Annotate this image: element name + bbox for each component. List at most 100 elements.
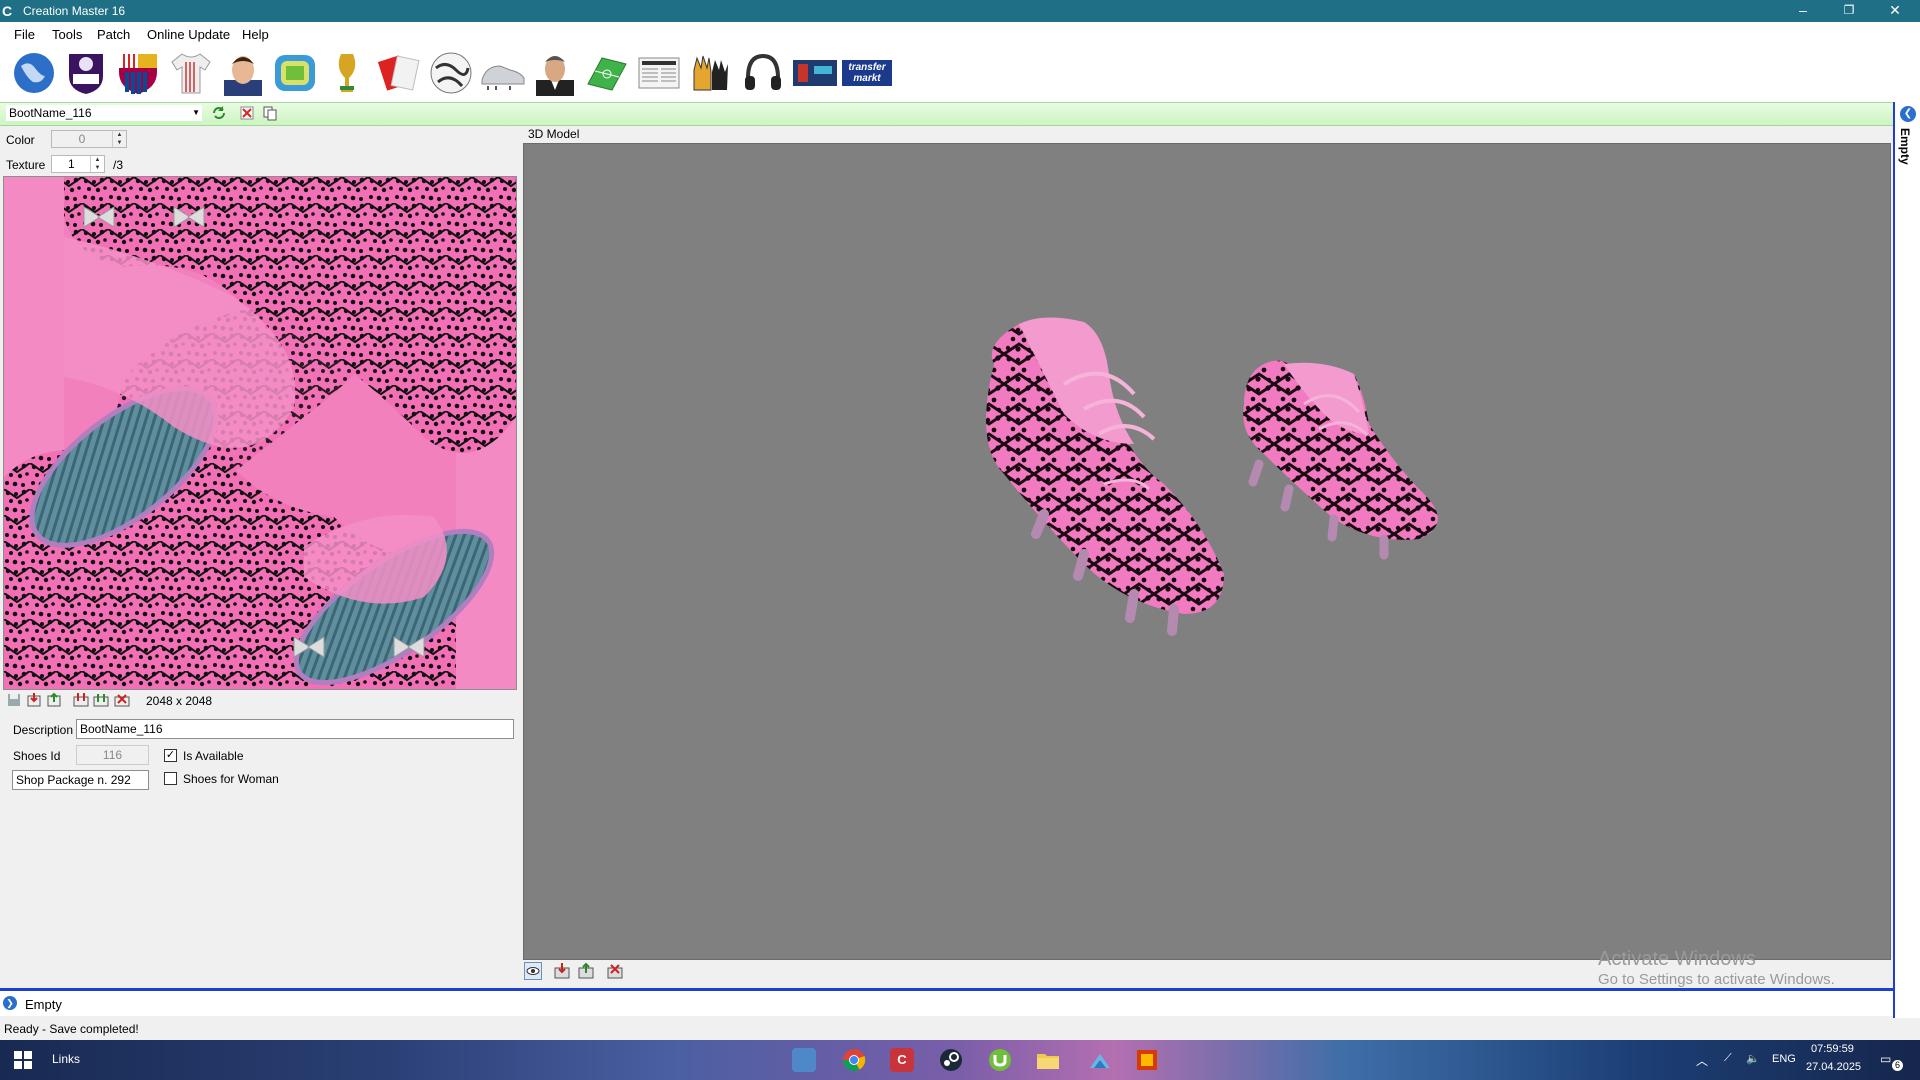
color-label: Color xyxy=(6,133,35,147)
taskbar-links[interactable]: Links xyxy=(52,1052,80,1066)
restore-button[interactable]: ❐ xyxy=(1826,0,1872,22)
reset-view-icon[interactable] xyxy=(606,962,624,980)
panel-collapse-icon[interactable]: ❯ xyxy=(3,996,17,1010)
main-toolbar: transfer markt xyxy=(0,46,1920,102)
3d-model-viewport[interactable] xyxy=(523,143,1891,960)
texture-size: 2048 x 2048 xyxy=(146,694,213,708)
office-icon[interactable] xyxy=(1135,1048,1159,1072)
minimize-button[interactable]: – xyxy=(1780,0,1826,22)
utorrent-icon[interactable] xyxy=(988,1048,1012,1072)
clock-date[interactable]: 27.04.2025 xyxy=(1806,1061,1861,1073)
selector-bar xyxy=(0,102,1893,126)
texture-value: 1 xyxy=(68,157,75,171)
referee-cards-icon[interactable] xyxy=(376,50,422,96)
menu-help[interactable]: Help xyxy=(242,27,269,42)
fifa-cover-icon[interactable] xyxy=(792,50,838,96)
boots-3d-render xyxy=(986,317,1438,636)
title-bar: C Creation Master 16 – ❐ ✕ xyxy=(0,0,1920,22)
menu-bar: File Tools Patch Online Update Help xyxy=(0,22,1920,46)
copy-icon[interactable] xyxy=(262,105,278,121)
texture-total: /3 xyxy=(113,158,124,172)
notifications-icon[interactable]: ▭ xyxy=(1880,1052,1891,1066)
texture-preview[interactable] xyxy=(3,176,517,690)
shoes-for-woman-label: Shoes for Woman xyxy=(183,772,279,786)
eye-icon[interactable] xyxy=(524,962,542,980)
import-icon[interactable] xyxy=(26,692,42,708)
jersey-icon[interactable] xyxy=(168,50,214,96)
import-all-icon[interactable] xyxy=(73,692,89,708)
stepper-arrows-icon[interactable]: ▲ ▼ xyxy=(90,156,104,172)
creation-master-icon[interactable]: C xyxy=(890,1048,914,1072)
transfermarkt-icon[interactable]: transfer markt xyxy=(842,60,892,86)
texture-label: Texture xyxy=(6,158,46,172)
dropdown-arrow-icon: ▼ xyxy=(192,108,200,117)
save-icon[interactable] xyxy=(6,692,22,708)
description-field[interactable]: BootName_116 xyxy=(76,719,514,739)
menu-tools[interactable]: Tools xyxy=(52,27,82,42)
import-model-icon[interactable] xyxy=(553,962,571,980)
right-boot xyxy=(1243,360,1438,560)
shoes-id-label: Shoes Id xyxy=(13,749,61,763)
left-boot xyxy=(986,317,1224,636)
boot-selector-dropdown[interactable]: BootName_116 ▼ xyxy=(6,105,202,121)
notification-count-badge: 6 xyxy=(1892,1060,1903,1071)
window-title: Creation Master 16 xyxy=(23,4,126,18)
3d-model-label: 3D Model xyxy=(528,127,580,141)
volume-icon[interactable]: 🔈 xyxy=(1746,1052,1760,1065)
delete-icon[interactable] xyxy=(239,105,255,121)
windows-taskbar: Links C ︿ ⟋ 🔈 ENG 07:59:59 27.04.2025 ▭ … xyxy=(0,1040,1920,1080)
activate-windows-title: Activate Windows xyxy=(1598,948,1756,970)
shoes-id-field[interactable]: 116 xyxy=(76,745,149,765)
boot-selector-value: BootName_116 xyxy=(9,106,92,120)
remove-icon[interactable] xyxy=(114,692,130,708)
export-all-icon[interactable] xyxy=(93,692,109,708)
clock-time[interactable]: 07:59:59 xyxy=(1811,1043,1854,1055)
language-indicator[interactable]: ENG xyxy=(1772,1053,1796,1065)
stepper-arrows-icon[interactable]: ▲ ▼ xyxy=(112,131,126,147)
creation-master-app-icon: C xyxy=(2,3,13,19)
is-available-checkbox[interactable]: ✓ xyxy=(164,749,177,762)
pitch-icon[interactable] xyxy=(584,50,630,96)
goalkeeper-gloves-icon[interactable] xyxy=(688,50,734,96)
export-icon[interactable] xyxy=(46,692,62,708)
status-text: Ready - Save completed! xyxy=(4,1022,139,1036)
premier-league-icon[interactable] xyxy=(63,50,109,96)
color-stepper[interactable]: 0 ▲ ▼ xyxy=(51,130,127,148)
right-panel-label: Empty xyxy=(1898,128,1912,165)
is-available-label: Is Available xyxy=(183,749,244,763)
panel-expand-icon[interactable]: ❮ xyxy=(1900,106,1916,122)
newspaper-icon[interactable] xyxy=(636,50,682,96)
chrome-icon[interactable] xyxy=(842,1048,866,1072)
network-icon[interactable]: ⟋ xyxy=(1724,1052,1732,1065)
file-explorer-icon[interactable] xyxy=(1036,1048,1060,1072)
shoes-for-woman-checkbox[interactable] xyxy=(164,772,177,785)
winrar-icon[interactable] xyxy=(1088,1048,1112,1072)
menu-patch[interactable]: Patch xyxy=(97,27,130,42)
headphones-icon[interactable] xyxy=(740,50,786,96)
export-model-icon[interactable] xyxy=(577,962,595,980)
status-bar: Ready - Save completed! xyxy=(0,1018,1920,1040)
football-ball-icon[interactable] xyxy=(428,50,474,96)
fc-barcelona-crest-icon[interactable] xyxy=(115,50,161,96)
manager-face-icon[interactable] xyxy=(532,50,578,96)
tray-chevron-icon[interactable]: ︿ xyxy=(1696,1052,1708,1069)
menu-online-update[interactable]: Online Update xyxy=(147,27,230,42)
bottom-panel-label: Empty xyxy=(25,997,62,1012)
activate-windows-subtitle: Go to Settings to activate Windows. xyxy=(1598,971,1835,988)
store-icon[interactable] xyxy=(792,1048,816,1072)
steam-icon[interactable] xyxy=(939,1048,963,1072)
world-cup-trophy-icon[interactable] xyxy=(324,50,370,96)
player-face-icon[interactable] xyxy=(220,50,266,96)
boot-texture-image xyxy=(4,177,516,689)
bottom-panel[interactable]: ❯ Empty xyxy=(0,991,1893,1016)
shop-package-field[interactable]: Shop Package n. 292 xyxy=(12,770,149,790)
right-side-panel[interactable]: ❮ Empty xyxy=(1893,102,1920,1018)
menu-file[interactable]: File xyxy=(14,27,35,42)
windows-start-icon[interactable] xyxy=(14,1051,32,1069)
close-button[interactable]: ✕ xyxy=(1872,0,1918,22)
refresh-icon[interactable] xyxy=(211,105,227,121)
texture-stepper[interactable]: 1 ▲ ▼ xyxy=(51,155,105,173)
stadium-icon[interactable] xyxy=(272,50,318,96)
world-globe-icon[interactable] xyxy=(11,50,57,96)
boots-icon[interactable] xyxy=(480,50,526,96)
